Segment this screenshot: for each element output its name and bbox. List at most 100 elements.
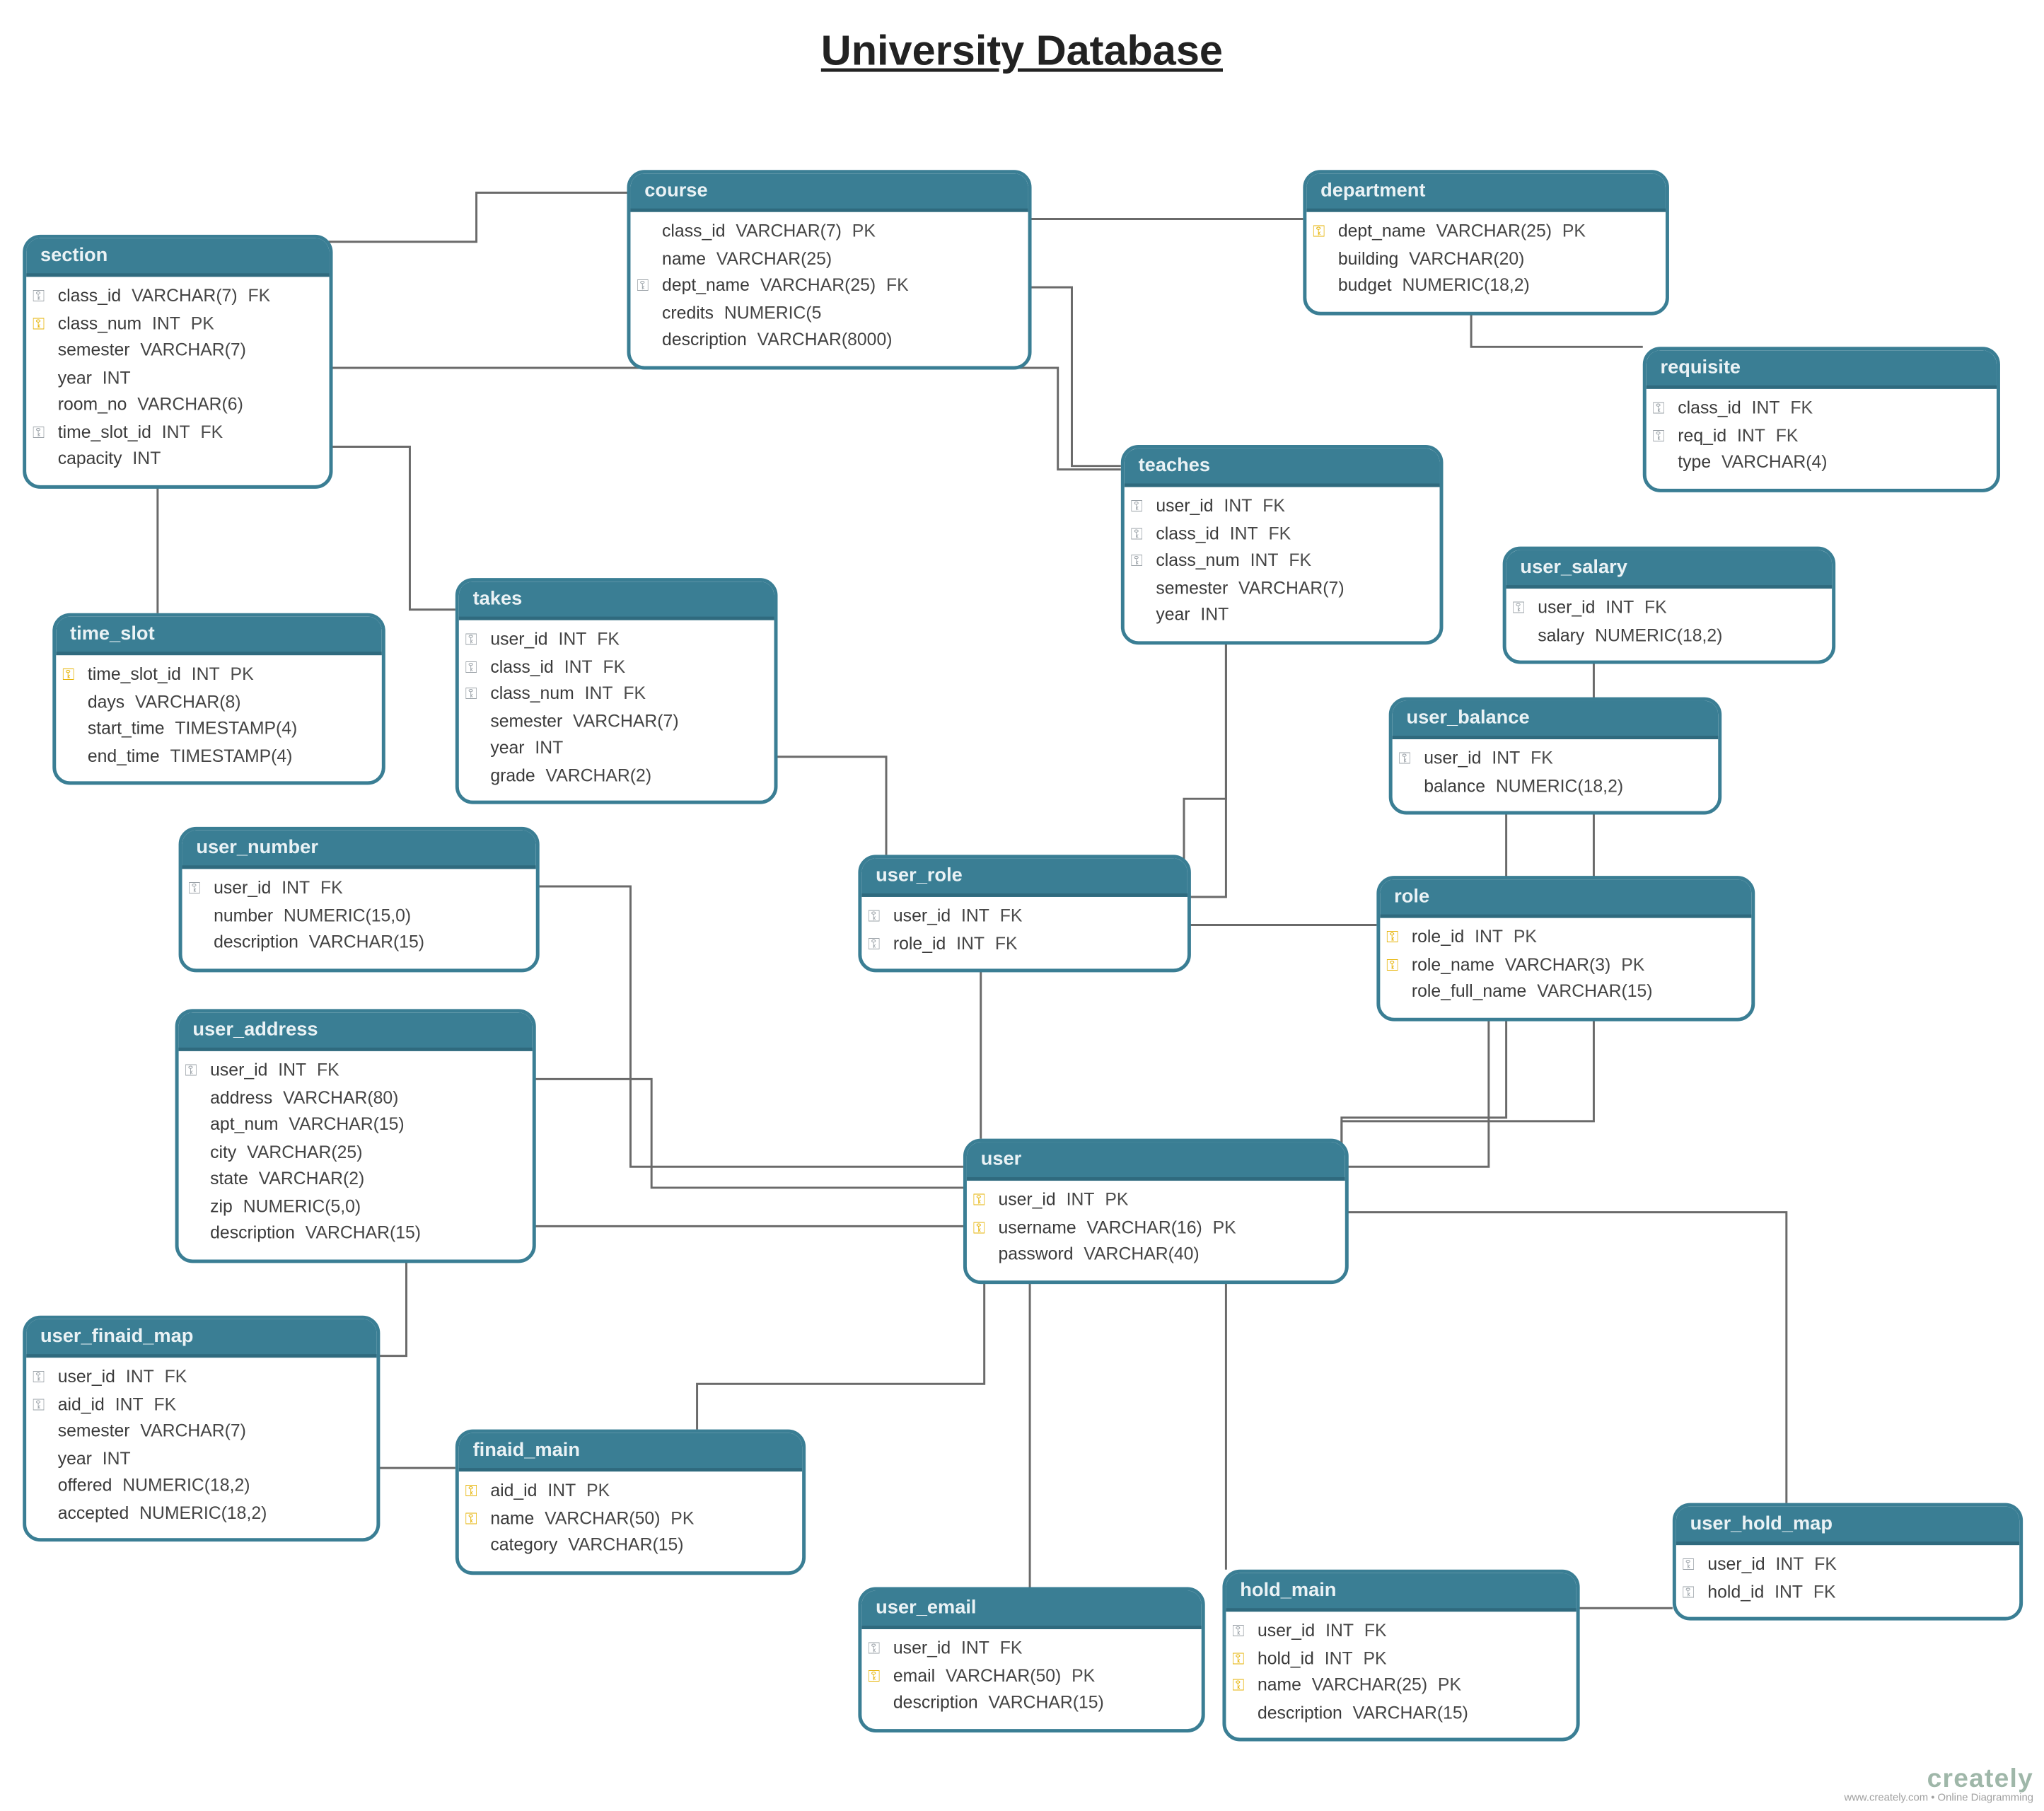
column-name: name	[662, 246, 706, 273]
table-user[interactable]: user⚿user_idINTPK⚿usernameVARCHAR(16)PKp…	[963, 1139, 1349, 1283]
table-user_salary[interactable]: user_salary⚿user_idINTFKsalaryNUMERIC(18…	[1503, 547, 1835, 664]
table-row: ⚿user_idINTFK	[1229, 1619, 1565, 1645]
column-type: INT	[1776, 1552, 1804, 1579]
column-name: state	[210, 1167, 248, 1193]
table-row: ⚿req_idINTFK	[1650, 423, 1986, 450]
table-row: ⚿class_idINTFK	[463, 654, 764, 681]
table-header[interactable]: hold_main	[1226, 1573, 1576, 1612]
edge-course-teaches	[1025, 287, 1121, 466]
table-row: creditsNUMERIC(5	[634, 301, 1017, 328]
table-takes[interactable]: takes⚿user_idINTFK⚿class_idINTFK⚿class_n…	[455, 578, 778, 804]
column-type: VARCHAR(2)	[546, 763, 652, 789]
table-teaches[interactable]: teaches⚿user_idINTFK⚿class_idINTFK⚿class…	[1121, 445, 1444, 644]
table-row: stateVARCHAR(2)	[182, 1167, 522, 1193]
table-header[interactable]: section	[26, 238, 329, 277]
table-user_number[interactable]: user_number⚿user_idINTFKnumberNUMERIC(15…	[179, 827, 540, 971]
table-body: ⚿user_idINTFKnumberNUMERIC(15,0)descript…	[182, 869, 536, 968]
column-name: grade	[490, 763, 535, 789]
table-header[interactable]: role	[1380, 879, 1751, 918]
column-type: VARCHAR(8)	[135, 689, 241, 716]
table-section[interactable]: section⚿class_idVARCHAR(7)FK⚿class_numIN…	[23, 235, 332, 488]
table-header[interactable]: teaches	[1125, 449, 1440, 487]
table-body: ⚿user_idINTFK⚿hold_idINTFK	[1676, 1545, 2019, 1617]
column-type: INT	[1325, 1645, 1353, 1672]
column-name: user_id	[490, 627, 547, 654]
column-type: NUMERIC(18,2)	[139, 1500, 267, 1527]
table-row: acceptedNUMERIC(18,2)	[30, 1500, 366, 1527]
column-name: building	[1338, 246, 1398, 273]
pk-key-icon: ⚿	[1310, 225, 1328, 241]
pk-key-icon: ⚿	[970, 1193, 988, 1209]
table-user_address[interactable]: user_address⚿user_idINTFKaddressVARCHAR(…	[175, 1009, 536, 1262]
column-type: NUMERIC(18,2)	[122, 1474, 250, 1500]
table-header[interactable]: time_slot	[56, 617, 382, 655]
table-header[interactable]: user_role	[861, 858, 1188, 896]
column-type: VARCHAR(16)	[1086, 1215, 1202, 1242]
table-row: ⚿class_idINTFK	[1650, 396, 1986, 423]
table-department[interactable]: department⚿dept_nameVARCHAR(25)PKbuildin…	[1303, 170, 1669, 314]
column-type: VARCHAR(7)	[132, 284, 238, 311]
table-header[interactable]: user_email	[861, 1590, 1201, 1628]
table-row: ⚿nameVARCHAR(50)PK	[463, 1505, 792, 1532]
column-type: VARCHAR(50)	[946, 1663, 1061, 1690]
table-user_balance[interactable]: user_balance⚿user_idINTFKbalanceNUMERIC(…	[1389, 698, 1721, 815]
table-header[interactable]: takes	[459, 582, 774, 620]
table-row: ⚿nameVARCHAR(25)PK	[1229, 1673, 1565, 1700]
table-user_hold_map[interactable]: user_hold_map⚿user_idINTFK⚿hold_idINTFK	[1673, 1503, 2023, 1621]
table-row: ⚿user_idINTFK	[1510, 596, 1822, 623]
column-key-constraint: PK	[586, 1479, 610, 1505]
table-row: start_timeTIMESTAMP(4)	[59, 717, 371, 744]
table-hold_main[interactable]: hold_main⚿user_idINTFK⚿hold_idINTPK⚿name…	[1222, 1570, 1579, 1742]
column-name: password	[998, 1242, 1073, 1269]
table-row: daysVARCHAR(8)	[59, 689, 371, 716]
column-name: name	[490, 1505, 534, 1532]
table-header[interactable]: requisite	[1647, 350, 1997, 388]
table-requisite[interactable]: requisite⚿class_idINTFK⚿req_idINTFKtypeV…	[1643, 347, 2000, 491]
table-header[interactable]: user_salary	[1506, 550, 1833, 589]
table-header[interactable]: course	[630, 173, 1028, 212]
table-header[interactable]: department	[1306, 173, 1666, 212]
table-user_role[interactable]: user_role⚿user_idINTFK⚿role_idINTFK	[858, 855, 1190, 972]
table-user_email[interactable]: user_email⚿user_idINTFK⚿emailVARCHAR(50)…	[858, 1587, 1204, 1732]
table-header[interactable]: user_address	[179, 1012, 533, 1051]
column-type: VARCHAR(7)	[140, 338, 246, 365]
table-user_finaid_map[interactable]: user_finaid_map⚿user_idINTFK⚿aid_idINTFK…	[23, 1316, 380, 1541]
table-header[interactable]: user_hold_map	[1676, 1507, 2019, 1545]
table-row: end_timeTIMESTAMP(4)	[59, 744, 371, 770]
column-key-constraint: FK	[603, 654, 625, 681]
table-header[interactable]: user_balance	[1393, 701, 1719, 739]
table-row: ⚿user_idINTFK	[865, 1636, 1191, 1663]
pk-key-icon: ⚿	[865, 1669, 883, 1684]
column-type: VARCHAR(3)	[1505, 952, 1611, 979]
table-row: semesterVARCHAR(7)	[1128, 575, 1429, 602]
table-header[interactable]: user_finaid_map	[26, 1319, 376, 1358]
table-row: buildingVARCHAR(20)	[1310, 246, 1655, 273]
table-header[interactable]: user	[967, 1142, 1345, 1181]
table-row: ⚿role_idINTFK	[865, 931, 1177, 958]
table-row: addressVARCHAR(80)	[182, 1085, 522, 1112]
column-name: class_id	[1156, 521, 1219, 548]
table-row: ⚿user_idINTPK	[970, 1188, 1335, 1215]
column-name: user_id	[1156, 494, 1213, 521]
column-type: INT	[132, 446, 161, 473]
table-row: descriptionVARCHAR(8000)	[634, 328, 1017, 354]
table-header[interactable]: finaid_main	[459, 1433, 802, 1471]
column-name: address	[210, 1085, 272, 1112]
table-role[interactable]: role⚿role_idINTPK⚿role_nameVARCHAR(3)PKr…	[1376, 876, 1755, 1020]
table-row: ⚿class_numINTFK	[1128, 548, 1429, 575]
table-row: descriptionVARCHAR(15)	[185, 930, 525, 957]
table-finaid_main[interactable]: finaid_main⚿aid_idINTPK⚿nameVARCHAR(50)P…	[455, 1430, 806, 1574]
table-row: descriptionVARCHAR(15)	[182, 1221, 522, 1248]
column-type: INT	[103, 365, 131, 392]
fk-key-icon: ⚿	[185, 881, 203, 897]
table-header[interactable]: user_number	[182, 831, 536, 869]
column-key-constraint: FK	[248, 284, 270, 311]
table-row: budgetNUMERIC(18,2)	[1310, 273, 1655, 300]
edge-teaches-user_role	[1184, 641, 1226, 876]
column-name: class_num	[490, 681, 574, 708]
column-type: NUMERIC(18,2)	[1595, 623, 1722, 649]
column-type: VARCHAR(15)	[306, 1221, 421, 1248]
table-time_slot[interactable]: time_slot⚿time_slot_idINTPKdaysVARCHAR(8…	[52, 613, 385, 785]
column-name: hold_id	[1707, 1579, 1764, 1606]
table-course[interactable]: courseclass_idVARCHAR(7)PKnameVARCHAR(25…	[627, 170, 1032, 369]
